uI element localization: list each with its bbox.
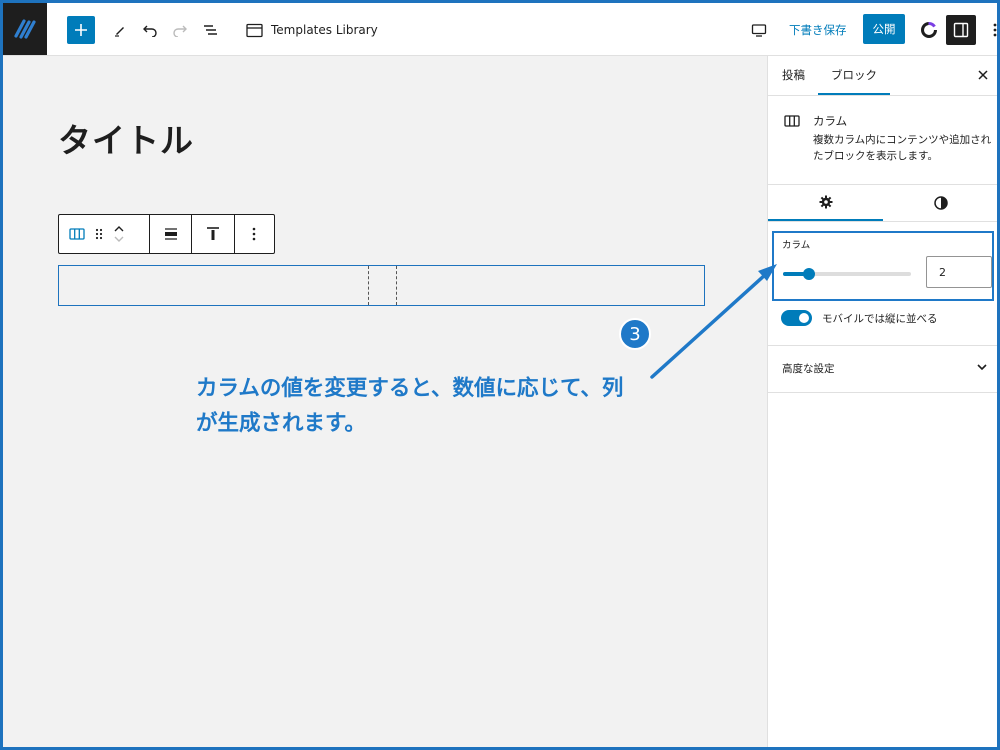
options-ring-button[interactable] xyxy=(916,17,942,43)
columns-block[interactable] xyxy=(58,265,705,306)
undo-button[interactable] xyxy=(137,17,163,43)
contrast-icon xyxy=(933,195,948,210)
columns-number-input[interactable] xyxy=(926,256,992,288)
options-ring-icon xyxy=(921,22,937,38)
plus-icon xyxy=(75,24,87,36)
drag-handle-icon[interactable] xyxy=(95,227,103,241)
chevron-up-icon[interactable] xyxy=(113,225,125,233)
move-buttons xyxy=(113,225,125,243)
vertical-align-top-icon xyxy=(206,227,219,240)
save-draft-button[interactable]: 下書き保存 xyxy=(783,16,853,44)
settings-sidebar: 投稿 ブロック カラム 複数カラム内にコンテンツや追加されたブロックを表示します… xyxy=(767,56,998,747)
annotation-text: カラムの値を変更すると、数値に応じて、列が生成されます。 xyxy=(196,376,624,436)
redo-icon xyxy=(173,25,187,37)
editor-top-bar: Templates Library 下書き保存 公開 xyxy=(3,3,997,56)
sidebar-toggle-icon xyxy=(953,22,969,38)
document-title-bar[interactable]: Templates Library xyxy=(246,16,378,44)
step-badge: 3 xyxy=(619,318,651,350)
tab-post[interactable]: 投稿 xyxy=(782,56,805,95)
more-vertical-icon xyxy=(993,23,997,37)
column-divider xyxy=(368,266,369,305)
stack-on-mobile-row: モバイルでは縦に並べる xyxy=(781,308,938,328)
chevron-down-icon xyxy=(977,364,987,371)
columns-control-label: カラム xyxy=(782,240,811,251)
align-icon xyxy=(164,228,177,240)
pencil-icon xyxy=(115,27,124,37)
gear-icon xyxy=(819,195,832,208)
more-options-button[interactable] xyxy=(987,17,997,43)
block-sub-tabs xyxy=(768,184,998,222)
editor-canvas: タイトル カラムの値を変更すると、数値に応じて、列が生成されます。 xyxy=(3,56,767,747)
document-title: Templates Library xyxy=(271,23,378,37)
tab-block[interactable]: ブロック xyxy=(818,56,890,95)
advanced-settings-panel[interactable]: 高度な設定 xyxy=(768,345,998,393)
browser-icon xyxy=(246,23,263,37)
close-sidebar-button[interactable] xyxy=(974,66,992,84)
tab-settings[interactable] xyxy=(768,184,883,221)
advanced-settings-label: 高度な設定 xyxy=(782,363,835,375)
block-toolbar-group-main xyxy=(59,215,150,253)
columns-slider[interactable] xyxy=(783,268,911,280)
tab-styles[interactable] xyxy=(883,184,998,221)
post-title[interactable]: タイトル xyxy=(58,114,194,162)
tools-button[interactable] xyxy=(107,17,133,43)
align-button[interactable] xyxy=(150,215,193,253)
block-toolbar xyxy=(58,214,275,254)
block-name: カラム xyxy=(813,114,848,128)
block-card: カラム 複数カラム内にコンテンツや追加されたブロックを表示します。 xyxy=(768,96,998,185)
chevron-down-icon[interactable] xyxy=(113,235,125,243)
column-divider xyxy=(396,266,397,305)
wp-logo-icon[interactable] xyxy=(3,3,47,55)
redo-button[interactable] xyxy=(167,17,193,43)
sidebar-tabs: 投稿 ブロック xyxy=(768,56,998,96)
stack-on-mobile-toggle[interactable] xyxy=(781,310,812,326)
columns-icon xyxy=(784,113,800,132)
block-description: 複数カラム内にコンテンツや追加されたブロックを表示します。 xyxy=(813,134,992,162)
toggle-knob xyxy=(799,313,809,323)
preview-button[interactable] xyxy=(746,17,772,43)
add-block-button[interactable] xyxy=(67,16,95,44)
more-vertical-icon xyxy=(252,227,256,241)
columns-slider-thumb[interactable] xyxy=(802,268,815,280)
undo-icon xyxy=(143,25,157,37)
publish-button[interactable]: 公開 xyxy=(863,14,905,44)
columns-icon[interactable] xyxy=(69,227,85,241)
desktop-preview-icon xyxy=(751,24,767,37)
stack-on-mobile-label: モバイルでは縦に並べる xyxy=(822,312,938,325)
sidebar-toggle-button[interactable] xyxy=(946,15,976,45)
list-view-icon xyxy=(204,25,217,35)
vertical-align-button[interactable] xyxy=(192,215,235,253)
block-options-button[interactable] xyxy=(235,215,274,253)
columns-control-panel: カラム xyxy=(772,231,994,301)
list-view-button[interactable] xyxy=(197,17,223,43)
close-icon xyxy=(978,70,988,80)
